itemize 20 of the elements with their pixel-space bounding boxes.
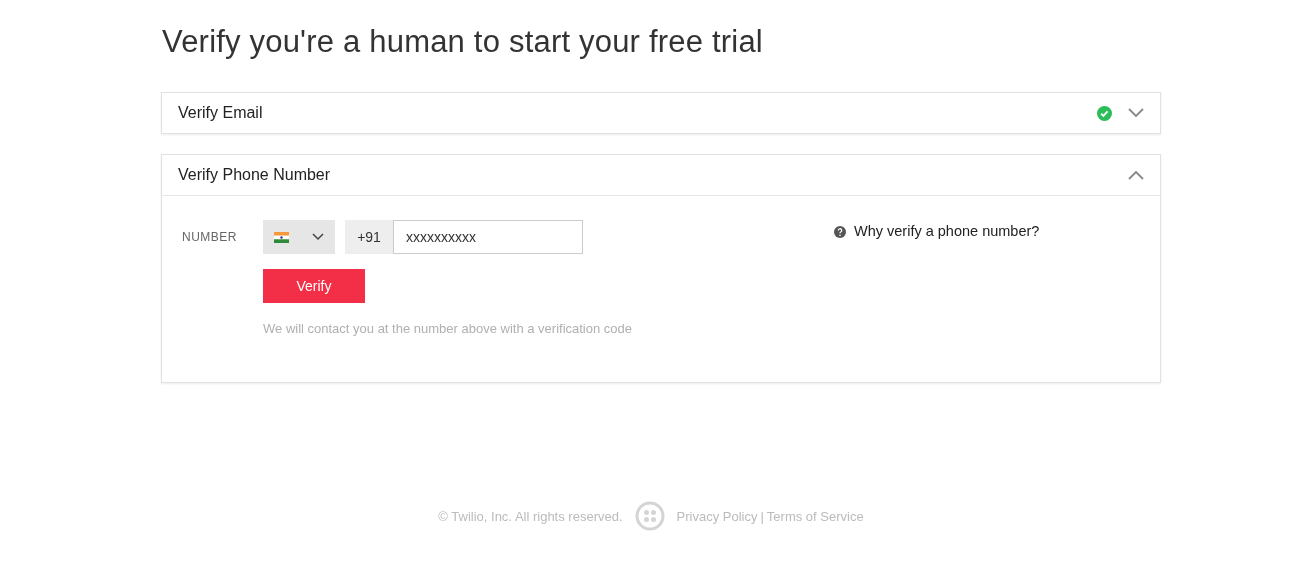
logo-icon <box>634 501 665 531</box>
section-header[interactable]: Verify Phone Number <box>162 155 1160 196</box>
separator: | <box>760 508 764 524</box>
dial-code: +91 <box>345 220 393 254</box>
copyright-text: © Twilio, Inc. All rights reserved. <box>438 508 623 524</box>
section-title: Verify Phone Number <box>178 166 332 184</box>
hint-text: We will contact you at the number above with a verification code <box>263 321 633 336</box>
chevron-up-icon[interactable] <box>1128 170 1144 180</box>
section-header[interactable]: Verify Email <box>162 93 1160 133</box>
phone-input[interactable]: xxxxxxxxxx <box>393 220 583 254</box>
field-label: NUMBER <box>182 230 238 244</box>
flag-icon <box>274 231 290 243</box>
help-icon <box>834 226 846 238</box>
help-link[interactable]: Why verify a phone number? <box>854 223 1040 239</box>
verify-button[interactable]: Verify <box>263 269 365 303</box>
chevron-down-icon <box>311 233 324 241</box>
page-title: Verify you're a human to start your free trial <box>162 24 764 61</box>
country-select[interactable] <box>263 220 335 254</box>
section-title: Verify Email <box>178 104 264 122</box>
chevron-down-icon[interactable] <box>1128 108 1144 118</box>
